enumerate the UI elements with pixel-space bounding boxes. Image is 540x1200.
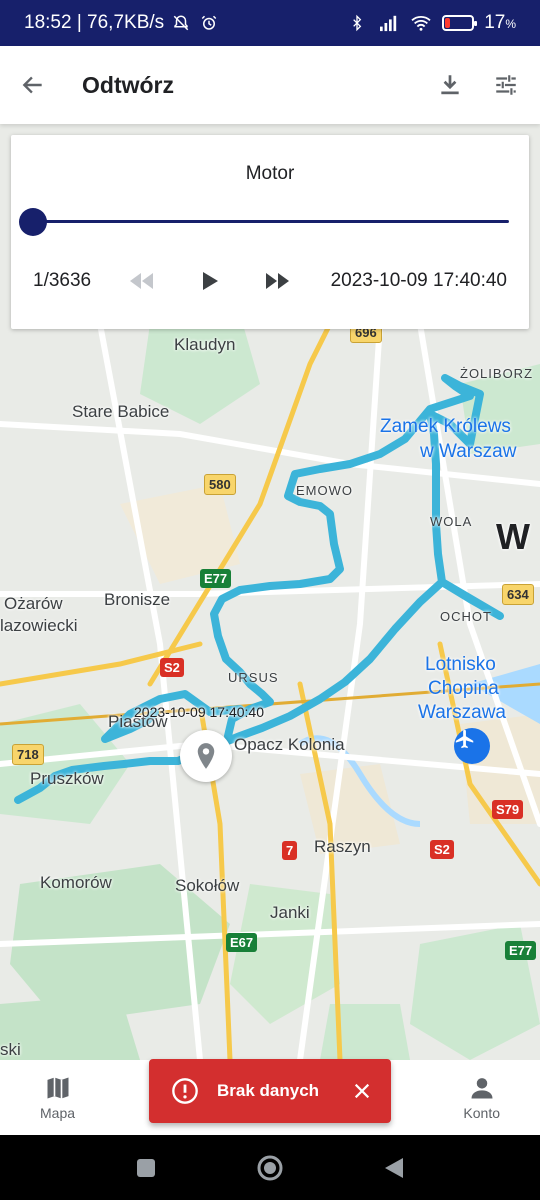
road-shield-580: 580: [204, 474, 236, 495]
nav-map-label: Mapa: [40, 1105, 76, 1121]
map-label-warsaw-large: W: [496, 516, 530, 557]
road-shield-e77-south: E77: [505, 941, 537, 960]
circle-icon: [257, 1155, 283, 1180]
rewind-button[interactable]: [123, 263, 159, 299]
road-shield-s2-south: S2: [430, 840, 454, 859]
nav-item-account[interactable]: Konto: [463, 1074, 500, 1121]
road-shield-718: 718: [12, 744, 44, 765]
signal-icon: [378, 12, 400, 34]
map-label-bronisze: Bronisze: [104, 590, 171, 609]
square-icon: [137, 1158, 155, 1177]
map-label-ochota: OCHOT: [440, 609, 492, 624]
point-counter: 1/3636: [33, 270, 92, 291]
battery-value: 17: [484, 12, 506, 33]
bell-off-icon: [170, 12, 192, 34]
battery-icon: [442, 15, 478, 31]
battery-percent: 17%: [484, 12, 516, 34]
map-label-ski: ski: [0, 1040, 21, 1059]
home-button[interactable]: [250, 1148, 290, 1188]
recents-button[interactable]: [126, 1148, 166, 1188]
alarm-icon: [198, 12, 220, 34]
airport-icon: [454, 728, 490, 764]
road-shield-s79: S79: [492, 800, 524, 819]
close-icon: [354, 1083, 370, 1099]
status-time-speed: 18:52 | 76,7KB/s: [24, 12, 165, 33]
person-icon: [471, 1078, 493, 1099]
fast-forward-button[interactable]: [260, 263, 296, 299]
error-toast: Brak danych: [149, 1059, 391, 1123]
toast-close-button[interactable]: [347, 1076, 377, 1106]
map-label-chopina: Chopina: [428, 678, 499, 699]
map-label-pruszkow: Pruszków: [30, 769, 104, 788]
map-label-komorow: Komorów: [40, 873, 112, 892]
map-label-emowo: EMOWO: [296, 483, 353, 498]
wifi-icon: [410, 12, 432, 34]
play-icon: [203, 272, 218, 290]
nav-account-label: Konto: [463, 1105, 500, 1121]
road-shield-e77: E77: [200, 569, 232, 588]
marker-timestamp: 2023-10-09 17:40:40: [134, 704, 264, 720]
map-label-lotnisko: Lotnisko: [425, 654, 496, 675]
map-label-ursus: URSUS: [228, 670, 279, 685]
back-system-button[interactable]: [374, 1148, 414, 1188]
triangle-back-icon: [385, 1157, 403, 1178]
app-bar: Odtwórz: [0, 46, 540, 124]
back-button[interactable]: [0, 46, 66, 124]
playback-timestamp: 2023-10-09 17:40:40: [330, 270, 507, 291]
road-shield-e67: E67: [226, 933, 258, 952]
road-shield-7: 7: [282, 841, 298, 860]
battery-suffix: %: [505, 17, 516, 31]
fast-forward-icon: [266, 273, 289, 289]
map-label-zamek: Zamek Królews: [380, 416, 511, 437]
playback-slider-track[interactable]: [33, 220, 509, 223]
map-label-opacz: Opacz Kolonia: [234, 735, 345, 754]
map-label-warszaw: w Warszaw: [420, 441, 517, 462]
map-icon: [47, 1077, 69, 1099]
road-shield-634: 634: [502, 584, 534, 605]
map-label-mazowiecki: lazowiecki: [0, 616, 78, 635]
toast-message: Brak danych: [217, 1081, 320, 1100]
page-title: Odtwórz: [82, 71, 174, 98]
map-label-klaudyn: Klaudyn: [174, 335, 236, 354]
vehicle-marker[interactable]: [180, 730, 232, 782]
map-label-wola: WOLA: [430, 514, 473, 529]
playback-panel: Motor 1/3636 2023-10-09 17:40:40: [11, 135, 529, 329]
map-label-warszawa-airport: Warszawa: [418, 702, 506, 723]
rewind-icon: [130, 273, 153, 289]
map-label-janki: Janki: [270, 903, 310, 922]
filter-settings-button[interactable]: [478, 46, 534, 124]
system-navigation-bar: [0, 1135, 540, 1200]
map-label-raszyn: Raszyn: [314, 837, 371, 856]
download-icon: [441, 75, 459, 95]
map-label-sokolow: Sokołów: [175, 876, 240, 895]
status-bar: 18:52 | 76,7KB/s 17%: [0, 0, 540, 46]
playback-slider-thumb[interactable]: [19, 208, 47, 236]
arrow-back-icon: [22, 76, 42, 94]
error-icon: [172, 1078, 198, 1104]
nav-item-map[interactable]: Mapa: [40, 1074, 75, 1121]
map-label-zoliborz: ŻOLIBORZ: [460, 366, 534, 381]
map-label-stare-babice: Stare Babice: [72, 402, 170, 421]
download-button[interactable]: [422, 46, 478, 124]
road-shield-s2: S2: [160, 658, 184, 677]
vehicle-name: Motor: [245, 163, 295, 184]
tune-icon: [496, 75, 516, 95]
bluetooth-icon: [346, 12, 368, 34]
map-label-ozarow: Ożarów: [4, 594, 63, 613]
location-pin-icon: [197, 743, 215, 769]
play-button[interactable]: [192, 263, 228, 299]
